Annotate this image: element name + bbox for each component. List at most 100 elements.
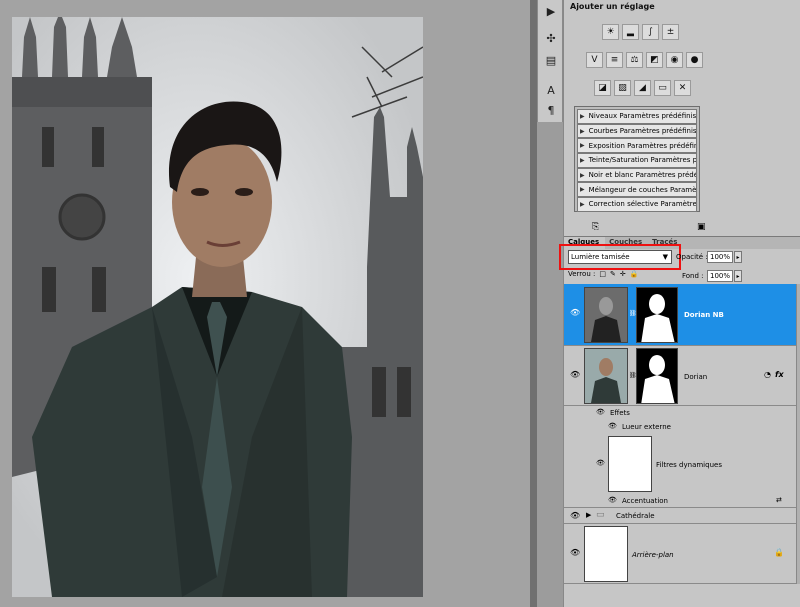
layer-smart-filters[interactable]: 👁 Filtres dynamiques	[564, 434, 796, 494]
right-panels: Ajouter un réglage ☀ ▂ ∫ ± V ≡ ⚖ ◩ ◉ ● ◪…	[559, 0, 800, 607]
layer-filter-sharpen[interactable]: 👁 Accentuation ⇄	[564, 494, 796, 508]
channel-mixer-icon[interactable]: ●	[686, 52, 703, 68]
layer-mask-thumbnail[interactable]	[636, 348, 678, 404]
posterize-icon[interactable]: ▨	[614, 80, 631, 96]
opacity-input[interactable]: 100%	[707, 251, 733, 263]
preset-item[interactable]: ▶ Exposition Paramètres prédéfinis	[577, 138, 697, 154]
layer-name: Dorian	[684, 373, 708, 381]
adjustment-icons-row-3: ◪ ▨ ◢ ▭ ✕	[594, 80, 691, 96]
visibility-eye-icon[interactable]: 👁	[570, 370, 580, 379]
document-canvas[interactable]	[0, 0, 530, 607]
adjustment-icons-row-2: V ≡ ⚖ ◩ ◉ ●	[586, 52, 703, 68]
threshold-icon[interactable]: ◢	[634, 80, 651, 96]
expand-triangle-icon: ▶	[580, 171, 585, 179]
brush-presets-icon[interactable]: ✣	[542, 30, 560, 46]
blend-mode-select[interactable]: Lumière tamisée ▼	[568, 250, 672, 264]
layers-list: 👁 ⛓ Dorian NB 👁 ⛓ Dorian ◔ fx 👁 Effets 👁…	[564, 284, 796, 584]
opacity-label: Opacité :	[676, 253, 708, 261]
tab-layers[interactable]: Calques	[564, 237, 606, 249]
adjustment-icons-row-1: ☀ ▂ ∫ ±	[602, 24, 679, 40]
smart-filter-mask-thumbnail[interactable]	[608, 436, 652, 492]
visibility-eye-icon[interactable]: 👁	[608, 422, 617, 430]
play-actions-icon[interactable]: ▶	[542, 3, 560, 19]
folder-icon: ▭	[596, 510, 605, 520]
clone-source-icon[interactable]: ▤	[542, 52, 560, 68]
smart-object-icon: ◔	[764, 370, 771, 379]
layer-mask-thumbnail[interactable]	[636, 287, 678, 343]
lock-all-icon[interactable]: 🔒	[630, 270, 639, 278]
opacity-arrow-icon[interactable]: ▸	[734, 251, 742, 263]
lock-icon: 🔒	[774, 548, 784, 557]
layer-group-cathedral[interactable]: 👁 ▶ ▭ Cathédrale	[564, 508, 796, 524]
expand-triangle-icon: ▶	[580, 186, 585, 194]
exposure-icon[interactable]: ±	[662, 24, 679, 40]
adjustments-footer: ⎘ ▣	[564, 220, 800, 235]
fx-icon[interactable]: fx	[775, 370, 784, 379]
vibrance-icon[interactable]: V	[586, 52, 603, 68]
layers-scrollbar[interactable]	[796, 284, 800, 584]
hue-saturation-icon[interactable]: ≡	[606, 52, 623, 68]
filter-options-icon[interactable]: ⇄	[776, 496, 782, 504]
chevron-down-icon: ▼	[662, 253, 668, 261]
levels-icon[interactable]: ▂	[622, 24, 639, 40]
layer-effect-outer-glow[interactable]: 👁 Lueur externe	[564, 420, 796, 434]
color-balance-icon[interactable]: ⚖	[626, 52, 643, 68]
visibility-eye-icon[interactable]: 👁	[596, 408, 605, 416]
expand-triangle-icon: ▶	[580, 127, 585, 135]
fill-arrow-icon[interactable]: ▸	[734, 270, 742, 282]
preset-item[interactable]: ▶ Mélangeur de couches Paramètr...	[577, 182, 697, 198]
invert-icon[interactable]: ◪	[594, 80, 611, 96]
panel-divider[interactable]	[530, 0, 537, 607]
lock-pixels-icon[interactable]: ✎	[610, 270, 616, 278]
clip-to-layer-icon[interactable]: ⎘	[592, 222, 599, 232]
preset-item[interactable]: ▶ Niveaux Paramètres prédéfinis	[577, 109, 697, 124]
layers-tabs: Calques Couches Tracés	[564, 236, 800, 249]
visibility-eye-icon[interactable]: 👁	[570, 548, 580, 557]
preset-item[interactable]: ▶ Courbes Paramètres prédéfinis	[577, 123, 697, 139]
layer-name: Arrière-plan	[632, 551, 674, 559]
expand-triangle-icon: ▶	[580, 200, 585, 208]
bw-icon[interactable]: ◩	[646, 52, 663, 68]
new-layer-icon[interactable]: ▣	[697, 222, 706, 232]
lock-transparency-icon[interactable]: □	[599, 270, 606, 278]
layer-name: Cathédrale	[616, 512, 655, 520]
preset-item[interactable]: ▶Noir et blanc Paramètres prédéfi...	[577, 167, 697, 183]
tab-paths[interactable]: Tracés	[648, 237, 683, 249]
paragraph-icon[interactable]: ¶	[542, 102, 560, 118]
layer-thumbnail	[584, 287, 628, 343]
effects-label: Effets	[610, 409, 630, 417]
expand-triangle-icon: ▶	[580, 156, 585, 164]
layer-effects[interactable]: 👁 Effets	[564, 406, 796, 420]
fill-label: Fond :	[682, 272, 704, 280]
visibility-eye-icon[interactable]: 👁	[608, 496, 617, 504]
curves-icon[interactable]: ∫	[642, 24, 659, 40]
layer-name: Dorian NB	[684, 311, 724, 319]
layer-dorian-nb[interactable]: 👁 ⛓ Dorian NB	[564, 284, 796, 346]
visibility-eye-icon[interactable]: 👁	[570, 308, 580, 317]
character-icon[interactable]: A	[542, 82, 560, 98]
layer-background[interactable]: 👁 Arrière-plan 🔒	[564, 524, 796, 584]
expand-triangle-icon: ▶	[580, 112, 585, 120]
visibility-eye-icon[interactable]: 👁	[570, 511, 580, 520]
visibility-eye-icon[interactable]: 👁	[596, 459, 605, 467]
adjustments-title: Ajouter un réglage	[570, 2, 655, 11]
outer-glow-label: Lueur externe	[622, 423, 671, 431]
collapsed-panel-strip: ▶ ✣ ▤ A ¶	[537, 0, 563, 122]
photo-filter-icon[interactable]: ◉	[666, 52, 683, 68]
selective-color-icon[interactable]: ✕	[674, 80, 691, 96]
lock-row: Verrou : □ ✎ ✛ 🔒	[568, 270, 638, 278]
preset-item[interactable]: ▶Correction sélective Paramètres ...	[577, 197, 697, 212]
brightness-icon[interactable]: ☀	[602, 24, 619, 40]
expand-triangle-icon[interactable]: ▶	[586, 511, 591, 519]
lock-position-icon[interactable]: ✛	[620, 270, 626, 278]
layer-thumbnail	[584, 526, 628, 582]
layer-dorian[interactable]: 👁 ⛓ Dorian ◔ fx	[564, 346, 796, 406]
tab-channels[interactable]: Couches	[605, 237, 648, 249]
adjustment-presets-list: ▶ Niveaux Paramètres prédéfinis ▶ Courbes …	[574, 106, 700, 212]
preset-item[interactable]: ▶ Teinte/Saturation Paramètres pr...	[577, 153, 697, 168]
layers-footer	[564, 584, 800, 607]
lock-label: Verrou :	[568, 270, 596, 278]
expand-triangle-icon: ▶	[580, 142, 585, 150]
gradient-map-icon[interactable]: ▭	[654, 80, 671, 96]
fill-input[interactable]: 100%	[707, 270, 733, 282]
